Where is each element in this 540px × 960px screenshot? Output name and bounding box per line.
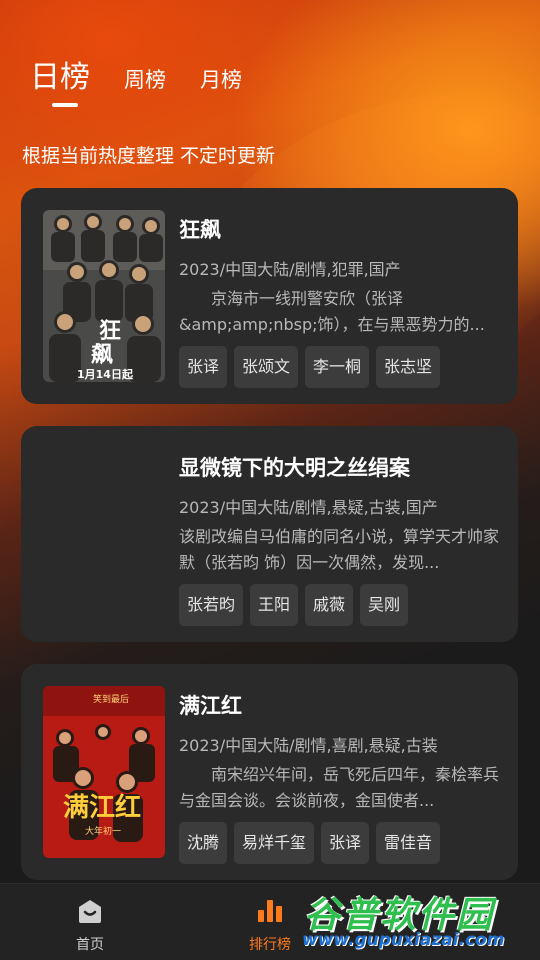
page-subtitle: 根据当前热度整理 不定时更新 xyxy=(22,145,276,167)
poster-date: 大年初一 xyxy=(85,825,121,837)
tab-daily[interactable]: 日榜 xyxy=(30,52,90,107)
cast-chip[interactable]: 吴刚 xyxy=(360,584,409,626)
watermark: 谷普软件园 www.gupuxiazai.com xyxy=(298,886,540,956)
item-description: 该剧改编自马伯庸的同名小说，算学天才帅家默（张若昀 饰）因一次偶然，发现... xyxy=(179,527,499,572)
cast-chip[interactable]: 李一桐 xyxy=(305,346,370,388)
poster-placeholder xyxy=(43,448,165,620)
cast-chip[interactable]: 张颂文 xyxy=(234,346,299,388)
cast-chip[interactable]: 王阳 xyxy=(250,584,299,626)
poster-tagline: 笑到最后 xyxy=(93,693,129,705)
item-title: 满江红 xyxy=(179,694,242,718)
item-description: 南宋绍兴年间，岳飞死后四年，秦桧率兵与金国会谈。会谈前夜，金国使者... xyxy=(179,765,499,810)
cast-chip[interactable]: 张译 xyxy=(179,346,228,388)
poster-title-char: 飙 xyxy=(91,343,113,368)
poster-title: 满江红 xyxy=(63,792,141,823)
item-meta: 2023/中国大陆/剧情,悬疑,古装,国产 xyxy=(179,498,438,517)
cast-chip[interactable]: 雷佳音 xyxy=(376,822,441,864)
cast-chip[interactable]: 沈腾 xyxy=(179,822,228,864)
cast-list: 张若昀 王阳 戚薇 吴刚 xyxy=(179,584,415,626)
poster-date: 1月14日起 xyxy=(77,367,134,381)
tab-monthly[interactable]: 月榜 xyxy=(200,64,242,94)
cast-list: 沈腾 易烊千玺 张译 雷佳音 xyxy=(179,822,447,864)
item-meta: 2023/中国大陆/剧情,犯罪,国产 xyxy=(179,260,401,279)
bar-chart-icon xyxy=(256,896,284,928)
ranking-tabs: 日榜 周榜 月榜 xyxy=(30,52,276,107)
cast-chip[interactable]: 易烊千玺 xyxy=(234,822,315,864)
watermark-url: www.gupuxiazai.com xyxy=(302,930,505,950)
tab-home-label: 首页 xyxy=(76,937,104,953)
item-title: 狂飙 xyxy=(179,218,221,242)
poster-image: 笑到最后 满江红 大年初一 xyxy=(43,686,165,858)
home-icon xyxy=(76,898,104,928)
cast-chip[interactable]: 张若昀 xyxy=(179,584,244,626)
item-meta: 2023/中国大陆/剧情,喜剧,悬疑,古装 xyxy=(179,736,438,755)
cast-list: 张译 张颂文 李一桐 张志坚 xyxy=(179,346,447,388)
item-description: 京海市一线刑警安欣（张译&amp;amp;nbsp;饰），在与黑恶势力的... xyxy=(179,289,485,334)
poster-title-char: 狂 xyxy=(99,319,121,344)
list-item[interactable]: 笑到最后 满江红 大年初一 满江红 2023/中国大陆/剧情,喜剧,悬疑,古装 … xyxy=(21,664,518,880)
cast-chip[interactable]: 张志坚 xyxy=(376,346,441,388)
tab-weekly[interactable]: 周榜 xyxy=(124,64,166,94)
cast-chip[interactable]: 戚薇 xyxy=(305,584,354,626)
item-title: 显微镜下的大明之丝绢案 xyxy=(179,456,410,480)
list-item[interactable]: 狂 飙 1月14日起 狂飙 2023/中国大陆/剧情,犯罪,国产 京海市一线刑警… xyxy=(21,188,518,404)
poster-image: 狂 飙 1月14日起 xyxy=(43,210,165,382)
cast-chip[interactable]: 张译 xyxy=(321,822,370,864)
list-item[interactable]: 显微镜下的大明之丝绢案 2023/中国大陆/剧情,悬疑,古装,国产 该剧改编自马… xyxy=(21,426,518,642)
